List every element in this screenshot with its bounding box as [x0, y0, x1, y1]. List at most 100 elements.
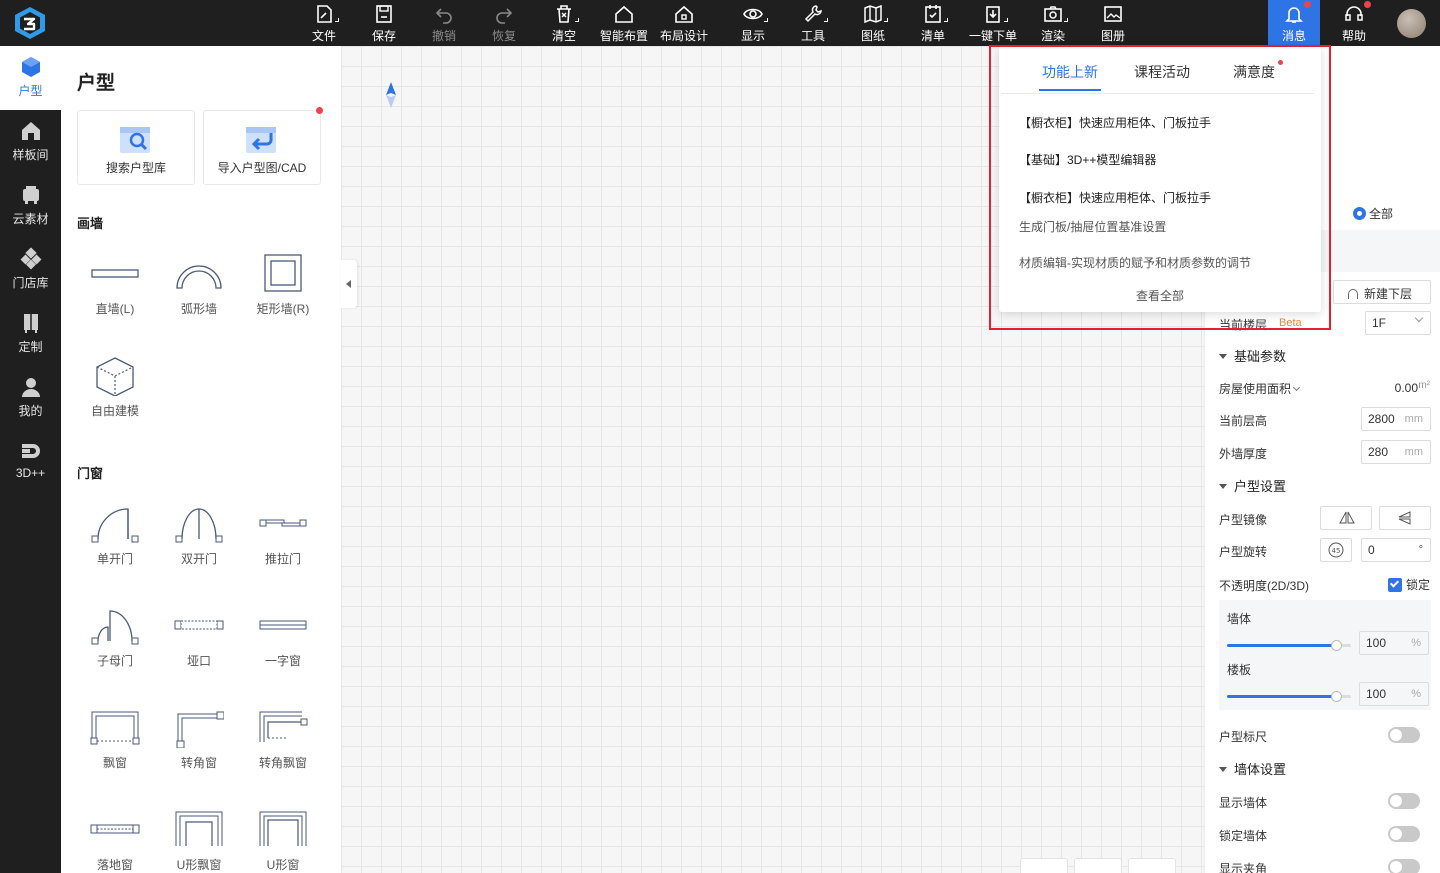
toolbar-layout-design-button[interactable]: 布局设计 [654, 0, 714, 46]
tool-double-door[interactable]: 双开门 [161, 496, 237, 584]
wall-opacity-slider[interactable] [1227, 640, 1351, 651]
lock-checkbox[interactable]: 锁定 [1387, 576, 1430, 593]
showroom-icon [21, 122, 40, 140]
nav-item-custom[interactable]: 定制 [0, 302, 61, 366]
ruler-label: 户型标尺 [1219, 730, 1268, 744]
lock-wall-toggle[interactable] [1388, 826, 1420, 842]
toolbar-clear-button[interactable]: 清空 [534, 0, 594, 46]
toolbar-render-button[interactable]: 渲染 [1023, 0, 1083, 46]
opacity-row: 不透明度(2D/3D) 锁定 [1219, 574, 1430, 596]
floor-opacity-slider[interactable] [1227, 691, 1351, 702]
rotate-45-button[interactable]: 45 [1320, 538, 1352, 562]
tool-u-bay-window[interactable]: U形飘窗 [161, 802, 237, 873]
show-angle-toggle[interactable] [1388, 859, 1420, 873]
floor-opacity-input[interactable]: 100% [1359, 682, 1429, 706]
toolbar-messages-button[interactable]: 消息 [1268, 0, 1320, 46]
canvas-tool-button[interactable] [1020, 858, 1068, 873]
nav-item-3d-plus[interactable]: 3D++ [0, 430, 61, 494]
tool-sliding-door[interactable]: 推拉门 [245, 496, 321, 584]
mirror-vertical-icon [1398, 511, 1411, 525]
toolbar-file-button[interactable]: 文件 [294, 0, 354, 46]
left-nav: 户型 样板间 云素材 门店库 定制 我的 3D++ [0, 46, 61, 873]
toolbar-checklist-button[interactable]: 清单 [903, 0, 963, 46]
user-icon [21, 378, 40, 397]
mirror-vertical-button[interactable] [1379, 506, 1431, 530]
toolbar-undo-button[interactable]: 撤销 [414, 0, 474, 46]
toolbar-album-button[interactable]: 图册 [1083, 0, 1143, 46]
tool-corner-window[interactable]: 转角窗 [161, 700, 237, 788]
sliding-door-icon [259, 519, 307, 527]
wall-opacity-input[interactable]: 100% [1359, 631, 1429, 655]
headset-icon [1345, 6, 1363, 21]
free-modeling-cube-icon [96, 357, 134, 396]
toolbar-label: 布局设计 [659, 29, 708, 43]
tool-rect-wall[interactable]: 矩形墙(R) [245, 246, 321, 334]
toolbar-redo-button[interactable]: 恢复 [474, 0, 534, 46]
group-wall-settings[interactable]: 墙体设置 [1219, 759, 1286, 778]
search-floorplan-card[interactable]: 搜索户型库 [77, 110, 195, 185]
nav-label: 云素材 [12, 212, 49, 226]
tool-label: 子母门 [96, 654, 133, 668]
toolbar-tools-button[interactable]: 工具 [783, 0, 843, 46]
tool-corner-bay-window[interactable]: 转角飘窗 [245, 700, 321, 788]
nav-item-store-library[interactable]: 门店库 [0, 238, 61, 302]
camera-icon [1044, 6, 1062, 22]
group-basic-params[interactable]: 基础参数 [1219, 346, 1286, 365]
collapse-panel-button[interactable] [341, 260, 357, 308]
user-avatar[interactable] [1397, 9, 1426, 38]
toolbar-help-button[interactable]: 帮助 [1328, 0, 1380, 46]
app-logo-icon[interactable] [12, 6, 48, 40]
slider-thumb[interactable] [1331, 640, 1342, 651]
tool-free-modeling[interactable]: 自由建模 [77, 348, 153, 436]
canvas-tool-button[interactable] [1128, 858, 1176, 873]
area-label[interactable]: 房屋使用面积 [1219, 380, 1301, 397]
toolbar-label: 撤销 [431, 29, 456, 43]
tool-single-door[interactable]: 单开门 [77, 496, 153, 584]
tool-label: 单开门 [96, 552, 133, 566]
canvas-tool-button[interactable] [1074, 858, 1122, 873]
tool-floor-window[interactable]: 落地窗 [77, 802, 153, 873]
tool-label: 一字窗 [264, 654, 301, 668]
show-wall-label: 显示墙体 [1219, 796, 1268, 810]
tool-u-window[interactable]: U形窗 [245, 802, 321, 873]
import-cad-icon [246, 127, 276, 153]
rotate-label: 户型旋转 [1219, 545, 1268, 559]
import-cad-card[interactable]: 导入户型图/CAD [203, 110, 321, 185]
new-floor-button[interactable]: 新建下层 [1333, 280, 1431, 304]
toolbar-save-button[interactable]: 保存 [354, 0, 414, 46]
3d-plus-icon [21, 444, 40, 458]
tool-bay-window[interactable]: 飘窗 [77, 700, 153, 788]
group-layout-settings[interactable]: 户型设置 [1219, 476, 1286, 495]
lock-wall-label: 锁定墙体 [1219, 829, 1268, 843]
floor-filter-all[interactable]: 全部 [1353, 205, 1393, 222]
nav-item-cloud-material[interactable]: 云素材 [0, 174, 61, 238]
tool-straight-wall[interactable]: 直墙(L) [77, 246, 153, 334]
tool-arc-wall[interactable]: 弧形墙 [161, 246, 237, 334]
nav-label: 3D++ [15, 466, 46, 480]
rotate-input[interactable]: 0 ° [1361, 538, 1431, 562]
tool-doorway[interactable]: 垭口 [161, 598, 237, 686]
lock-wall-row: 锁定墙体 [1219, 824, 1430, 846]
toolbar-drawings-button[interactable]: 图纸 [843, 0, 903, 46]
slider-thumb[interactable] [1331, 691, 1342, 702]
show-wall-toggle[interactable] [1388, 793, 1420, 809]
import-cad-label: 导入户型图/CAD [217, 161, 307, 175]
nav-item-mine[interactable]: 我的 [0, 366, 61, 430]
wall-thickness-input[interactable]: 280 mm [1361, 440, 1431, 464]
ruler-toggle[interactable] [1388, 727, 1420, 743]
ruler-row: 户型标尺 [1219, 725, 1430, 747]
opacity-sliders: 墙体 100% 楼板 100% [1219, 600, 1431, 710]
height-input[interactable]: 2800 mm [1361, 407, 1431, 431]
tool-mother-son-door[interactable]: 子母门 [77, 598, 153, 686]
floor-select[interactable]: 1F [1365, 311, 1431, 335]
unread-dot [1304, 1, 1311, 8]
custom-cabinet-icon [23, 314, 38, 333]
toolbar-order-button[interactable]: 一键下单 [963, 0, 1023, 46]
toolbar-smart-layout-button[interactable]: 智能布置 [594, 0, 654, 46]
nav-item-showroom[interactable]: 样板间 [0, 110, 61, 174]
mirror-horizontal-button[interactable] [1320, 506, 1372, 530]
compass-north-icon[interactable] [386, 82, 396, 108]
tool-straight-window[interactable]: 一字窗 [245, 598, 321, 686]
nav-item-floorplan[interactable]: 户型 [0, 46, 61, 110]
toolbar-display-button[interactable]: 显示 [723, 0, 783, 46]
